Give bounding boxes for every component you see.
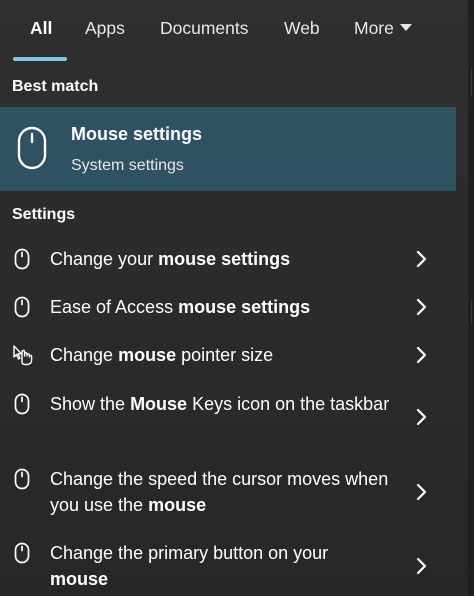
hand-pointer-icon <box>13 345 33 366</box>
settings-result-label: Change mouse pointer size <box>50 345 274 365</box>
search-tabs: All Apps Documents Web More <box>0 0 468 66</box>
chevron-right-icon <box>416 250 427 268</box>
settings-heading: Settings <box>12 206 76 223</box>
mouse-icon <box>17 126 47 170</box>
settings-result-label: Ease of Access mouse settings <box>50 297 311 317</box>
settings-result-item[interactable]: Ease of Access mouse settings <box>0 294 456 320</box>
mouse-icon <box>14 542 30 564</box>
mouse-icon <box>14 393 30 415</box>
settings-result-item[interactable]: Change the speed the cursor moves when y… <box>0 466 456 518</box>
settings-result-item[interactable]: Change mouse pointer size <box>0 342 456 368</box>
settings-result-label: Change your mouse settings <box>50 249 291 269</box>
chevron-right-icon <box>416 346 427 364</box>
chevron-right-icon <box>416 408 427 426</box>
mouse-icon <box>14 296 30 318</box>
settings-result-item[interactable]: Show the Mouse Keys icon on the taskbar <box>0 391 456 443</box>
best-match-result[interactable]: Mouse settings System settings <box>0 107 456 191</box>
tab-web[interactable]: Web <box>284 18 320 39</box>
settings-result-item[interactable]: Change the primary button on your mouse <box>0 540 456 592</box>
tab-more-label: More <box>354 18 394 38</box>
tab-apps[interactable]: Apps <box>85 18 125 39</box>
settings-result-label: Show the Mouse Keys icon on the taskbar <box>50 394 390 414</box>
chevron-right-icon <box>416 298 427 316</box>
chevron-right-icon <box>416 483 427 501</box>
chevron-right-icon <box>416 557 427 575</box>
tab-all[interactable]: All <box>30 18 52 39</box>
best-match-title: Mouse settings <box>71 124 203 144</box>
settings-result-item[interactable]: Change your mouse settings <box>0 246 456 272</box>
tab-documents[interactable]: Documents <box>160 18 249 39</box>
best-match-heading: Best match <box>12 78 99 95</box>
mouse-icon <box>14 468 30 490</box>
mouse-icon <box>14 248 30 270</box>
search-results-panel: All Apps Documents Web More Best match M… <box>0 0 474 596</box>
active-tab-indicator <box>13 57 67 61</box>
right-edge-divider <box>468 0 474 596</box>
caret-down-icon <box>399 24 412 31</box>
tab-more[interactable]: More <box>354 18 412 39</box>
best-match-subtitle: System settings <box>71 157 184 174</box>
settings-result-label: Change the primary button on your mouse <box>50 543 329 589</box>
settings-result-label: Change the speed the cursor moves when y… <box>50 469 389 515</box>
